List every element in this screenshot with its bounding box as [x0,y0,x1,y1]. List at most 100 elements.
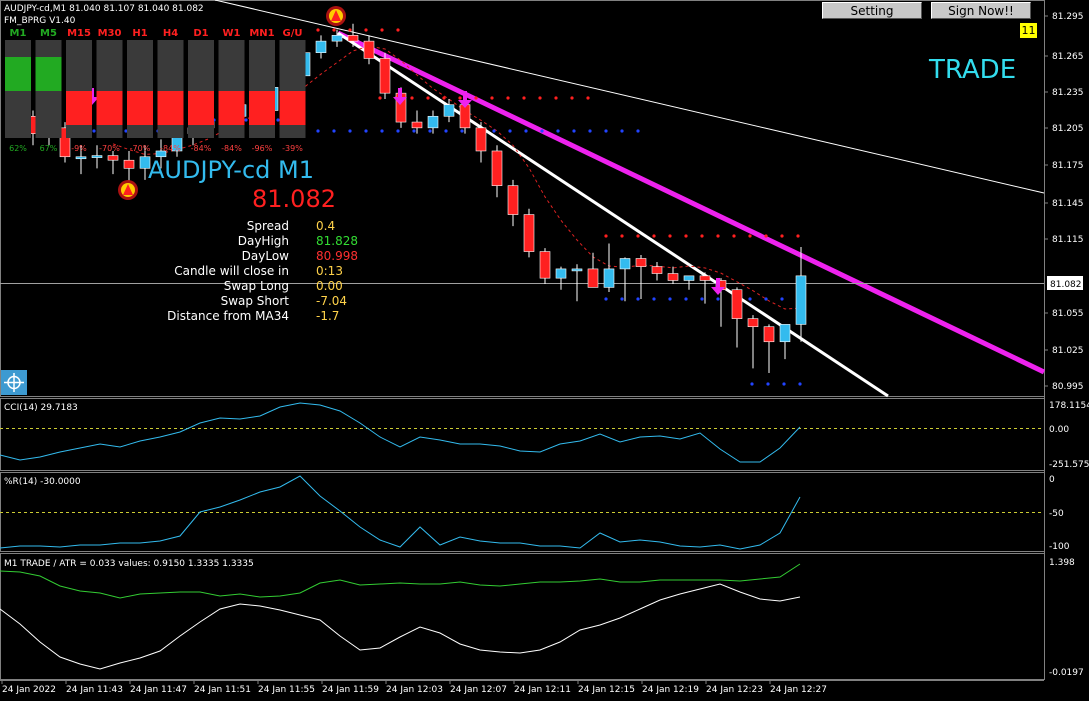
trend-line-white [337,31,889,398]
signal-dot [764,234,768,238]
signal-dot [766,382,770,386]
signal-dot [506,96,510,100]
timeframe-label: H4 [163,28,178,39]
timeframe-label: M30 [98,28,122,39]
signal-dot [410,96,414,100]
signal-dot [396,28,400,32]
info-value: -7.04 [316,294,347,308]
signal-dot [522,96,526,100]
signal-dot [492,129,496,133]
cci-axis-bottom: -251.5752 [1049,460,1089,470]
timeframe-label: M5 [40,28,57,39]
cci-frame [0,398,1045,471]
signal-dot [700,297,704,301]
signal-dot [780,234,784,238]
chart-symbol-header: AUDJPY-cd,M1 81.040 81.107 81.040 81.082 [4,4,204,14]
info-value: -1.7 [316,309,339,323]
sign-now-button[interactable]: Sign Now!! [931,2,1031,19]
info-label: Distance from MA34 [167,309,289,323]
candle-body [635,258,647,267]
crosshair-button[interactable] [1,370,27,395]
wpr-axis-top: 0 [1049,475,1055,485]
signal-dot [764,297,768,301]
timeframe-strength-panel: M1 62% M5 67% M15 -9% M30 -70% H1 -70% H4 -84% D1 -84… [5,28,306,153]
atr-label: M1 TRADE / ATR = 0.033 values: 0.9150 1.… [4,559,254,569]
current-price-tag-label: 81.082 [1050,280,1082,290]
signal-dot [750,382,754,386]
symbol-info-rows: Spread 0.4 DayHigh 81.828 DayLow 80.998 Candle… [167,219,358,323]
signal-dot [524,129,528,133]
crosshair-icon [4,373,24,392]
signal-dot [412,129,416,133]
time-tick-label: 24 Jan 11:51 [194,685,251,695]
price-tick-label: 81.055 [1052,309,1084,319]
info-label: DayHigh [238,234,289,248]
cci-line [0,402,801,463]
info-label: Swap Long [224,279,289,293]
signal-dot [364,28,368,32]
info-value: 0:13 [316,264,343,278]
signal-dot [276,118,280,122]
time-tick-label: 24 Jan 12:23 [706,685,763,695]
timeframe-pct: -70% [130,144,151,153]
signal-dot [316,129,320,133]
candle-body [779,324,791,343]
info-value: 0.00 [316,279,343,293]
price-tick-label: 81.265 [1052,52,1084,62]
info-label: Swap Short [221,294,290,308]
time-axis: 24 Jan 2022 24 Jan 11:43 24 Jan 11:47 24 Ja… [1,680,827,695]
time-tick-label: 24 Jan 12:03 [386,685,443,695]
timeframe-bar-down [249,91,275,125]
signal-dot [490,96,494,100]
signal-dot [474,96,478,100]
time-tick-label: 24 Jan 2022 [2,685,56,695]
signal-dot [538,96,542,100]
candle-body [795,275,807,325]
candle-body [443,104,455,117]
signal-dot [636,297,640,301]
candle-body [539,251,551,279]
candle-body [123,159,135,169]
atr-axis-top: 1.398 [1049,558,1075,568]
signal-dot [652,234,656,238]
signal-dot [748,297,752,301]
candle-body [491,150,503,186]
signal-dot [458,96,462,100]
cci-axis-top: 178.1154 [1049,401,1089,411]
star-marker-top [326,6,346,26]
time-tick-label: 24 Jan 11:47 [130,685,187,695]
candle-body [667,273,679,281]
signal-dot [716,297,720,301]
candle-body [571,268,583,272]
signal-dot [380,129,384,133]
timeframe-bar-up [5,57,31,91]
signal-dot [604,234,608,238]
trading-chart[interactable]: AUDJPY-cd,M1 81.040 81.107 81.040 81.082… [0,0,1089,701]
signal-dot [508,129,512,133]
signal-dot [588,129,592,133]
trend-line-thin [214,0,1045,194]
cci-label: CCI(14) 29.7183 [4,403,78,413]
candle-body [411,121,423,129]
signal-dot [732,234,736,238]
price-tick-label: 81.295 [1052,12,1084,22]
candle-body [363,40,375,59]
timeframe-pct: 62% [9,144,27,153]
signal-dot [378,96,382,100]
candle-body [619,258,631,270]
candle-body [347,35,359,42]
timeframe-pct: -39% [282,144,303,153]
time-tick-label: 24 Jan 11:55 [258,685,315,695]
candle-body [315,40,327,53]
signal-dot [540,129,544,133]
symbol-name: AUDJPY-cd M1 [148,156,314,184]
atr-green-line [0,563,801,599]
time-tick-label: 24 Jan 12:19 [642,685,699,695]
setting-contents-button[interactable]: Setting Contents [822,2,922,35]
candle-body [507,185,519,215]
signal-dot [572,129,576,133]
star-marker-bottom [118,180,138,200]
timeframe-bar-down [127,91,153,125]
info-value: 80.998 [316,249,358,263]
timeframe-label: M1 [10,28,27,39]
